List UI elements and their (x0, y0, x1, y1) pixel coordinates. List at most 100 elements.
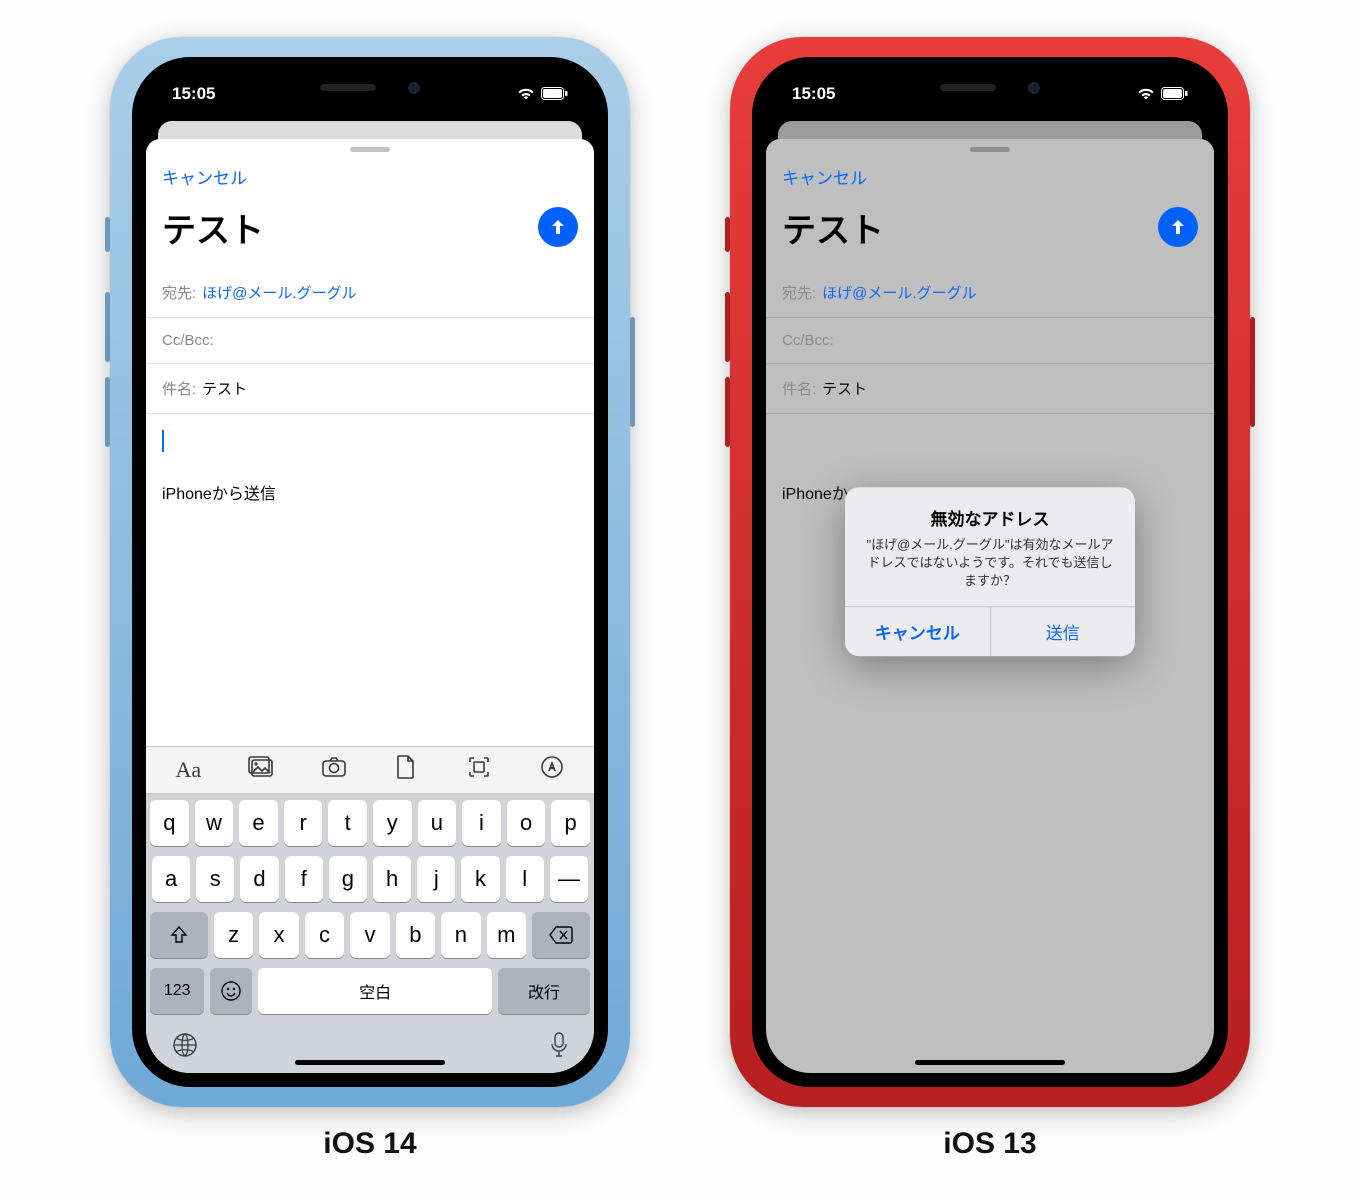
arrow-up-icon (548, 217, 568, 237)
key-f[interactable]: f (285, 856, 323, 902)
space-key[interactable]: 空白 (258, 968, 492, 1014)
battery-icon (1161, 87, 1188, 100)
screen: 15:05 キャンセル テスト (146, 71, 594, 1073)
markup-icon[interactable] (519, 755, 584, 785)
status-time: 15:05 (172, 84, 215, 104)
send-button[interactable] (1158, 207, 1198, 247)
power-button (630, 317, 635, 427)
ccbcc-label: Cc/Bcc: (782, 332, 834, 349)
ccbcc-field[interactable]: Cc/Bcc: (146, 318, 594, 364)
comparison-row: 15:05 キャンセル テスト (110, 37, 1250, 1161)
key-—[interactable]: — (550, 856, 588, 902)
key-t[interactable]: t (328, 800, 367, 846)
key-r[interactable]: r (284, 800, 323, 846)
photo-library-icon[interactable] (228, 756, 293, 784)
notch (880, 71, 1100, 105)
compose-sheet: キャンセル テスト 宛先: ほげ@メール.グーグル Cc/Bcc (146, 139, 594, 1073)
subject-value: テスト (202, 378, 247, 399)
emoji-key[interactable] (210, 968, 252, 1014)
alert-title: 無効なアドレス (861, 505, 1119, 530)
document-icon[interactable] (374, 755, 439, 785)
scan-icon[interactable] (446, 755, 511, 785)
key-y[interactable]: y (373, 800, 412, 846)
key-row-4: 123 空白 改行 (150, 968, 590, 1014)
ccbcc-label: Cc/Bcc: (162, 332, 214, 349)
key-b[interactable]: b (396, 912, 435, 958)
key-l[interactable]: l (506, 856, 544, 902)
text-cursor (162, 430, 164, 452)
cancel-button[interactable]: キャンセル (162, 169, 247, 188)
bezel: 15:05 キャンセル テスト (752, 57, 1228, 1087)
phone-ios14-column: 15:05 キャンセル テスト (110, 37, 630, 1161)
key-123[interactable]: 123 (150, 968, 204, 1014)
keyboard: qwertyuiop asdfghjkl— zxcvbnm 123 空白 (146, 794, 594, 1073)
mute-switch (725, 217, 730, 252)
key-row-2: asdfghjkl— (150, 856, 590, 902)
key-row-1: qwertyuiop (150, 800, 590, 846)
mic-icon[interactable] (550, 1032, 568, 1063)
key-n[interactable]: n (441, 912, 480, 958)
send-button[interactable] (538, 207, 578, 247)
home-indicator[interactable] (915, 1060, 1065, 1065)
alert-cancel-button[interactable]: キャンセル (845, 607, 991, 656)
alert-send-button[interactable]: 送信 (991, 607, 1136, 656)
key-a[interactable]: a (152, 856, 190, 902)
cancel-button[interactable]: キャンセル (782, 169, 867, 188)
subject-field[interactable]: 件名: テスト (146, 364, 594, 414)
key-z[interactable]: z (214, 912, 253, 958)
caption-ios13: iOS 13 (943, 1127, 1036, 1161)
key-p[interactable]: p (551, 800, 590, 846)
key-o[interactable]: o (507, 800, 546, 846)
phone-frame-ios14: 15:05 キャンセル テスト (110, 37, 630, 1107)
power-button (1250, 317, 1255, 427)
sheet-grabber[interactable] (350, 147, 390, 152)
to-field[interactable]: 宛先: ほげ@メール.グーグル (766, 268, 1214, 318)
key-row-3: zxcvbnm (150, 912, 590, 958)
key-k[interactable]: k (461, 856, 499, 902)
key-v[interactable]: v (350, 912, 389, 958)
sheet-grabber[interactable] (970, 147, 1010, 152)
compose-title: テスト (162, 203, 264, 252)
volume-up (725, 292, 730, 362)
to-value: ほげ@メール.グーグル (202, 282, 356, 303)
key-d[interactable]: d (240, 856, 278, 902)
key-x[interactable]: x (259, 912, 298, 958)
globe-icon[interactable] (172, 1032, 198, 1063)
arrow-up-icon (1168, 217, 1188, 237)
key-q[interactable]: q (150, 800, 189, 846)
ccbcc-field[interactable]: Cc/Bcc: (766, 318, 1214, 364)
shift-key[interactable] (150, 912, 208, 958)
phone-ios13-column: 15:05 キャンセル テスト (730, 37, 1250, 1161)
subject-label: 件名: (162, 378, 196, 399)
battery-icon (541, 87, 568, 100)
key-j[interactable]: j (417, 856, 455, 902)
camera-icon[interactable] (301, 756, 366, 784)
bezel: 15:05 キャンセル テスト (132, 57, 608, 1087)
subject-label: 件名: (782, 378, 816, 399)
speaker-grille (940, 84, 996, 91)
format-aa-button[interactable]: Aa (156, 757, 221, 783)
message-body[interactable]: iPhoneから送信 (146, 414, 594, 746)
key-g[interactable]: g (329, 856, 367, 902)
to-field[interactable]: 宛先: ほげ@メール.グーグル (146, 268, 594, 318)
key-u[interactable]: u (418, 800, 457, 846)
key-e[interactable]: e (239, 800, 278, 846)
home-indicator[interactable] (295, 1060, 445, 1065)
front-camera (1028, 82, 1040, 94)
return-key[interactable]: 改行 (498, 968, 590, 1014)
delete-key[interactable] (532, 912, 590, 958)
key-i[interactable]: i (462, 800, 501, 846)
key-w[interactable]: w (195, 800, 234, 846)
to-label: 宛先: (162, 282, 196, 303)
wifi-icon (1137, 87, 1155, 100)
wifi-icon (517, 87, 535, 100)
volume-down (105, 377, 110, 447)
front-camera (408, 82, 420, 94)
key-c[interactable]: c (305, 912, 344, 958)
key-h[interactable]: h (373, 856, 411, 902)
caption-ios14: iOS 14 (323, 1127, 416, 1161)
subject-field[interactable]: 件名: テスト (766, 364, 1214, 414)
key-m[interactable]: m (487, 912, 526, 958)
invalid-address-alert: 無効なアドレス "ほげ@メール.グーグル"は有効なメールアドレスではないようです… (845, 487, 1135, 657)
key-s[interactable]: s (196, 856, 234, 902)
